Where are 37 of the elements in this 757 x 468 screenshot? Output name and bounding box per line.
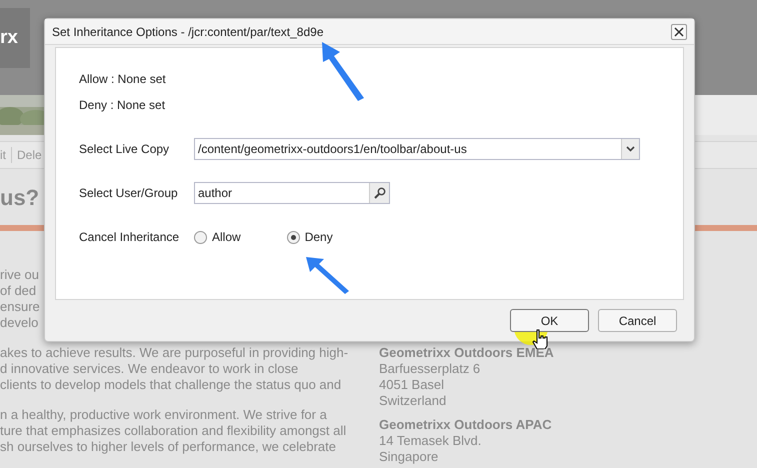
- field-label: Select User/Group: [79, 185, 179, 202]
- info-text: Deny : None set: [79, 97, 166, 114]
- search-icon: [374, 187, 386, 199]
- address-line: 14 Temasek Blvd.: [379, 433, 482, 449]
- dialog-button[interactable]: Cancel: [598, 309, 677, 332]
- paragraph-line: d innovative services. We endeavor to work in close: [0, 361, 298, 377]
- paragraph-line: akes to achieve results. We are purposeful in providing high-: [0, 345, 348, 361]
- address-line: Switzerland: [379, 393, 446, 409]
- paragraph-line: clients to develop models that challenge the status quo and: [0, 377, 342, 393]
- radio-option[interactable]: Allow: [194, 228, 241, 246]
- paragraph-line: develo: [0, 315, 38, 331]
- dialog-button[interactable]: OK: [510, 309, 589, 332]
- search-field[interactable]: author: [194, 182, 390, 204]
- address-line: Singapore: [379, 449, 438, 465]
- radio-option[interactable]: Deny: [286, 228, 333, 246]
- info-text: Allow : None set: [79, 71, 167, 88]
- close-icon: [674, 26, 684, 36]
- address-line: Barfuesserplatz 6: [379, 361, 480, 377]
- arrow-annotation: [304, 255, 350, 295]
- dropdown-field[interactable]: /content/geometrixx-outdoors1/en/toolbar/about-us: [194, 138, 640, 160]
- paragraph-line: sh ourselves to higher levels of performance, we celebrate: [0, 439, 336, 455]
- address-heading: Geometrixx Outdoors APAC: [379, 417, 552, 433]
- field-label: Select Live Copy: [79, 141, 170, 158]
- close-button[interactable]: [671, 24, 687, 40]
- page-heading: us?: [0, 184, 40, 212]
- paragraph-line: ensure: [0, 299, 40, 315]
- hand-cursor-icon: [532, 329, 548, 349]
- address-line: 4051 Basel: [379, 377, 444, 393]
- window-title: Set Inheritance Options - /jcr:content/par/text_8d9e: [52, 24, 324, 40]
- caret-icon: [626, 146, 635, 152]
- paragraph-line: n a healthy, productive work environment. We strive for a: [0, 407, 327, 423]
- logo-text: rx: [0, 26, 18, 50]
- paragraph-line: ture that emphasizes collaboration and flexibility amongst all: [0, 423, 346, 439]
- address-heading: Geometrixx Outdoors EMEA: [379, 345, 554, 361]
- paragraph-line: rive ou: [0, 267, 40, 283]
- field-label: Cancel Inheritance: [79, 229, 180, 246]
- paragraph-line: of ded: [0, 283, 36, 299]
